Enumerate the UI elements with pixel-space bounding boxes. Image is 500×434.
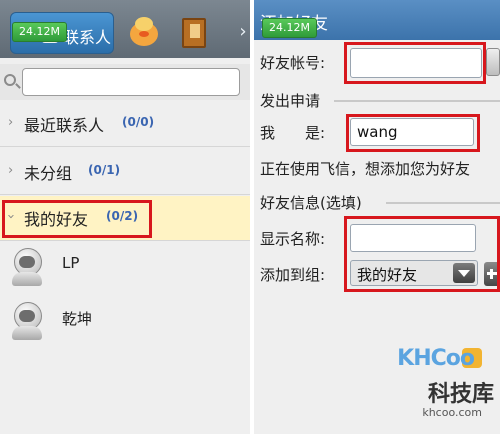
add-to-group-label: 添加到组: [260, 266, 326, 284]
search-bar [0, 64, 250, 100]
pick-contact-button[interactable] [486, 48, 500, 76]
highlight-box [344, 216, 500, 292]
screenshot-composite: 联系人 24.12M › › 最近联系人 (0/0) › 未分组 (0/1) ›… [0, 0, 500, 434]
group-count: (0/0) [122, 115, 155, 129]
watermark-logo: KHCoo [397, 346, 475, 371]
chevron-right-icon: › [8, 163, 14, 178]
group-ungrouped[interactable]: › 未分组 (0/1) [0, 150, 250, 195]
info-section-label: 好友信息(选填) [260, 194, 362, 212]
contact-item[interactable]: LP [0, 242, 250, 294]
highlight-box [2, 200, 152, 238]
chevron-right-icon[interactable]: › [236, 20, 250, 44]
contact-name: LP [62, 254, 80, 272]
group-count: (0/1) [88, 163, 121, 177]
request-message: 正在使用飞信，想添加您为好友 [260, 160, 471, 178]
account-label: 好友帐号: [260, 54, 326, 72]
contacts-top-bar: 联系人 24.12M › [0, 0, 250, 58]
search-icon [4, 74, 16, 86]
tab-contacts-label: 联系人 [63, 28, 112, 47]
avatar [10, 246, 44, 286]
contacts-screen: 联系人 24.12M › › 最近联系人 (0/0) › 未分组 (0/1) ›… [0, 0, 250, 434]
display-name-label: 显示名称: [260, 230, 326, 248]
highlight-box [346, 114, 480, 152]
section-divider [334, 100, 500, 102]
search-input[interactable] [22, 68, 240, 96]
add-friend-screen: 添加好友 24.12M 好友帐号: 发出申请 我 是: wang 正在使用飞信，… [254, 0, 500, 434]
highlight-box [344, 42, 486, 84]
tab-chat-icon[interactable] [126, 14, 162, 50]
request-section-label: 发出申请 [260, 92, 321, 110]
add-friend-title-bar: 添加好友 24.12M [254, 0, 500, 40]
avatar [10, 300, 44, 340]
contact-name: 乾坤 [62, 310, 93, 328]
group-name: 最近联系人 [24, 116, 105, 135]
tab-address-book-icon[interactable] [178, 14, 214, 50]
contact-item[interactable]: 乾坤 [0, 296, 250, 348]
group-name: 未分组 [24, 164, 73, 183]
memory-indicator: 24.12M [262, 18, 317, 38]
section-divider [386, 202, 500, 204]
memory-indicator: 24.12M [12, 22, 67, 42]
chevron-right-icon: › [8, 115, 14, 130]
watermark-name: 科技库 [427, 382, 494, 407]
watermark: KHCoo 科技库 khcoo.com [396, 346, 496, 428]
me-label: 我 是: [260, 124, 326, 142]
group-recent-contacts[interactable]: › 最近联系人 (0/0) [0, 102, 250, 147]
watermark-url: khcoo.com [422, 406, 482, 419]
